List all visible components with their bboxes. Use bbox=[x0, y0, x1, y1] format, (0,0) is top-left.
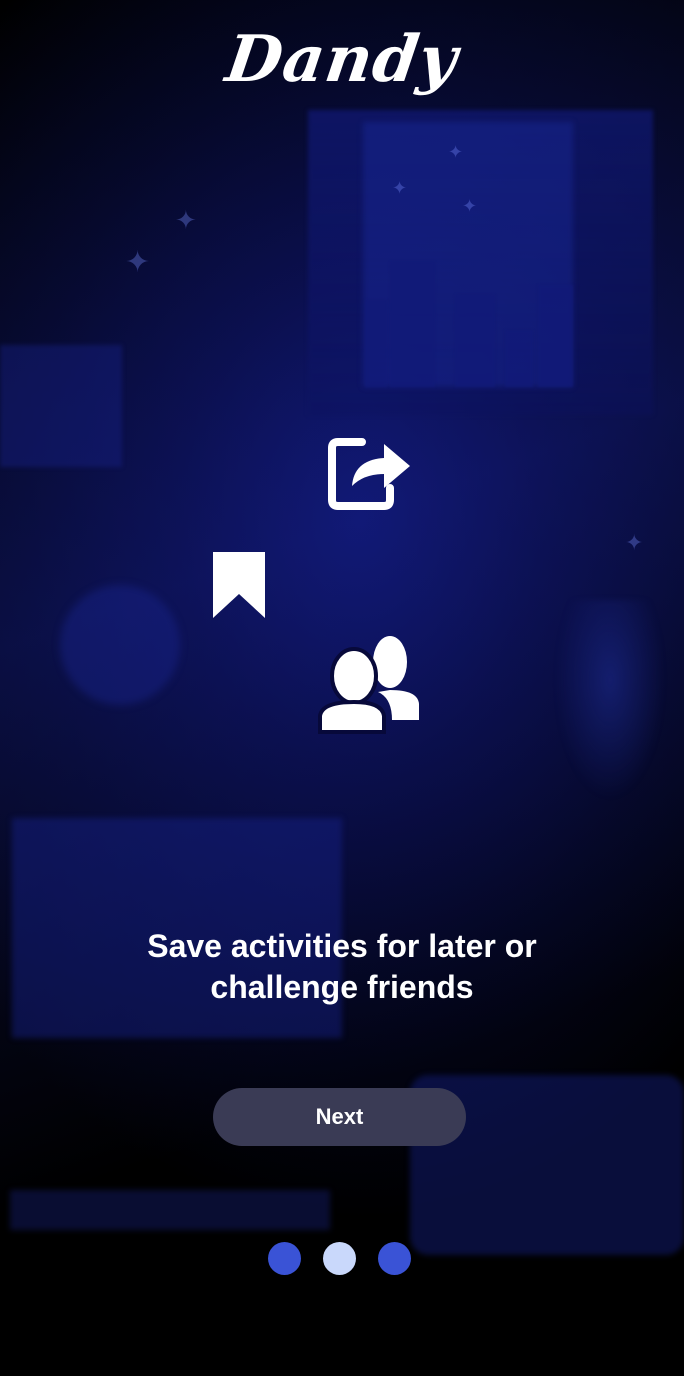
star-icon: ✦ bbox=[125, 246, 151, 279]
page-dot[interactable] bbox=[378, 1242, 411, 1275]
app-logo: Dandy bbox=[221, 22, 463, 97]
city-building bbox=[390, 262, 435, 387]
bookmark-icon[interactable] bbox=[212, 552, 266, 620]
friends-icon[interactable] bbox=[318, 632, 422, 734]
page-dot-active[interactable] bbox=[323, 1242, 356, 1275]
star-icon: ✦ bbox=[625, 530, 644, 555]
share-icon[interactable] bbox=[328, 434, 414, 510]
plant-illustration bbox=[555, 600, 665, 800]
onboarding-headline: Save activities for later or challenge f… bbox=[147, 928, 537, 1005]
page-indicator bbox=[0, 1242, 684, 1276]
star-icon: ✦ bbox=[175, 205, 197, 235]
wall-frame bbox=[0, 345, 122, 467]
star-icon: ✦ bbox=[462, 196, 478, 216]
city-building bbox=[455, 295, 495, 387]
wall-disc bbox=[60, 585, 180, 705]
page-dot[interactable] bbox=[268, 1242, 301, 1275]
bench-illustration bbox=[10, 1190, 330, 1230]
star-icon: ✦ bbox=[392, 178, 408, 198]
city-building bbox=[505, 330, 533, 387]
star-icon: ✦ bbox=[448, 142, 464, 162]
city-building bbox=[365, 300, 387, 387]
next-button[interactable]: Next bbox=[213, 1088, 466, 1146]
city-building bbox=[538, 285, 573, 387]
